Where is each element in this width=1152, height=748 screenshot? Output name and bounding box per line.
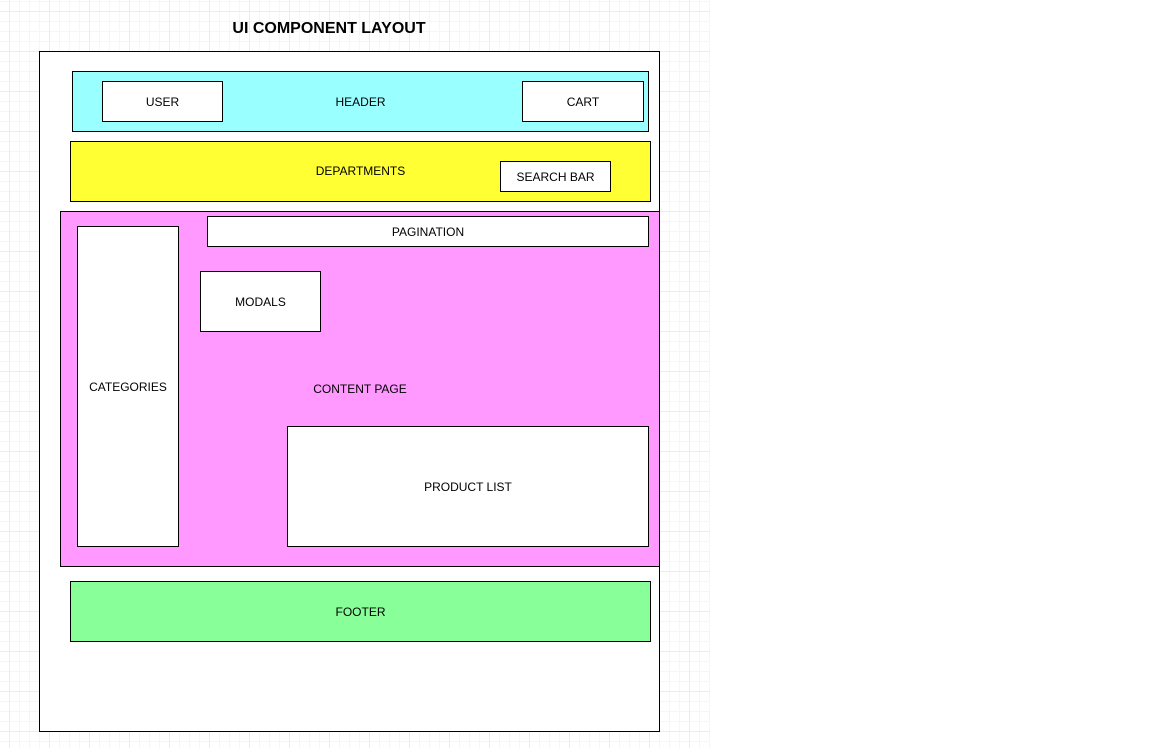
content-page-label: CONTENT PAGE [313,382,407,396]
categories-box: CATEGORIES [77,226,179,547]
user-label: USER [145,94,180,109]
search-bar-label: SEARCH BAR [516,169,595,184]
cart-label: CART [566,94,600,109]
product-list-label: PRODUCT LIST [424,479,512,494]
pagination-label: PAGINATION [391,224,465,239]
cart-box: CART [522,81,644,122]
pagination-box: PAGINATION [207,216,649,247]
product-list-box: PRODUCT LIST [287,426,649,547]
modals-label: MODALS [235,294,286,309]
diagram-canvas: UI COMPONENT LAYOUT HEADER USER CART DEP… [0,0,710,748]
modals-box: MODALS [200,271,321,332]
footer-label: FOOTER [335,604,386,619]
search-bar-box: SEARCH BAR [500,161,611,192]
header-label: HEADER [335,94,386,109]
user-box: USER [102,81,223,122]
departments-label: DEPARTMENTS [315,163,406,178]
categories-label: CATEGORIES [89,379,167,394]
diagram-title: UI COMPONENT LAYOUT [232,20,426,37]
footer-block: FOOTER [70,581,651,642]
